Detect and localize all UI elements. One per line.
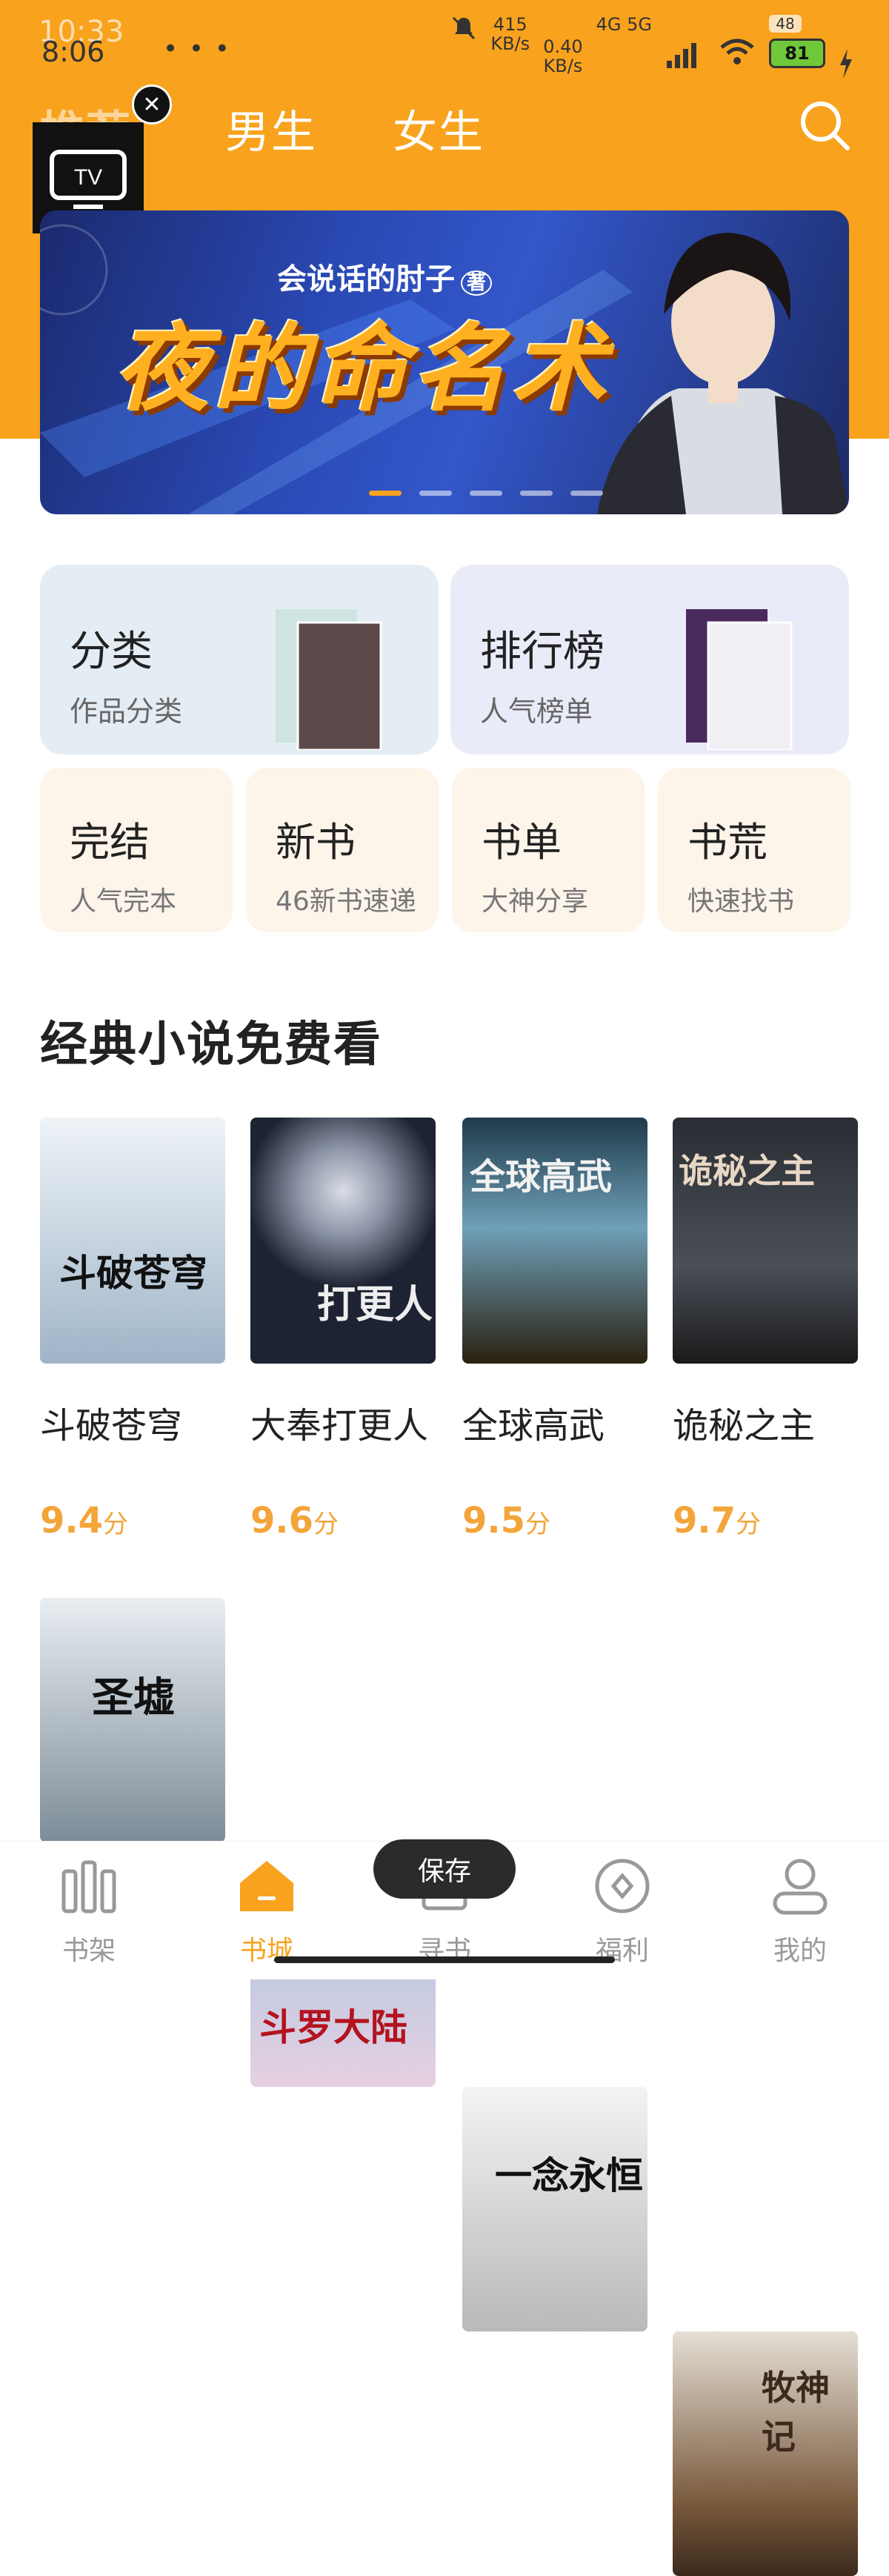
- book-cover[interactable]: 牧神记: [673, 2331, 858, 2576]
- bookshelf-icon: [61, 1860, 116, 1913]
- save-toast-button[interactable]: 保存: [373, 1839, 516, 1899]
- card-subtitle: 作品分类: [70, 695, 183, 728]
- nav-label: 书架: [61, 1936, 116, 1966]
- book-cover[interactable]: 一念永恒: [462, 2087, 647, 2331]
- book-title: 诡秘之主: [673, 1405, 816, 1447]
- book-stack-illustration: [686, 609, 793, 750]
- gesture-home-bar[interactable]: [274, 1956, 615, 1963]
- book-cover: 打更人: [250, 1118, 436, 1364]
- search-icon[interactable]: [799, 99, 850, 151]
- wifi-icon: [720, 39, 754, 64]
- book-title: 大奉打更人: [250, 1405, 429, 1447]
- category-card-finished[interactable]: 完结 人气完本: [40, 768, 233, 932]
- banner-character-illustration: [597, 233, 849, 514]
- book-score: 9.6分: [250, 1500, 339, 1541]
- book-title: 斗破苍穹: [40, 1405, 183, 1447]
- user-icon: [773, 1859, 828, 1915]
- book-item[interactable]: 诡秘之主 诡秘之主 9.7分: [673, 1118, 858, 1541]
- card-subtitle: 人气榜单: [480, 695, 593, 728]
- category-card-booklist[interactable]: 书单 大神分享: [452, 768, 645, 932]
- status-time: 8:06: [41, 36, 105, 68]
- card-title: 新书: [276, 819, 356, 866]
- card-title: 排行榜: [480, 628, 605, 676]
- signal-icon: [667, 43, 696, 68]
- card-title: 完结: [70, 819, 150, 866]
- nav-bookstore[interactable]: 书城: [207, 1856, 326, 1968]
- category-card-ranking[interactable]: 排行榜 人气榜单: [450, 565, 849, 754]
- home-icon: [240, 1861, 293, 1911]
- net-speed-top: 415 KB/s: [490, 14, 530, 54]
- book-item[interactable]: 全球高武 全球高武 9.5分: [462, 1118, 647, 1541]
- net-speed: 0.40 KB/s: [543, 36, 583, 76]
- svg-text:TV: TV: [74, 165, 102, 190]
- book-score: 9.7分: [673, 1500, 762, 1541]
- nav-bookshelf[interactable]: 书架: [30, 1856, 148, 1968]
- banner-dot: [520, 491, 553, 496]
- tv-icon: TV: [50, 150, 127, 209]
- card-title: 分类: [70, 628, 153, 676]
- banner-dot-active: [369, 491, 402, 496]
- section-title: 经典小说免费看: [40, 1018, 382, 1072]
- card-title: 书荒: [687, 819, 768, 866]
- tab-male[interactable]: 男生: [225, 96, 317, 161]
- status-bar-right: 415 KB/s 0.40 KB/s 4G 5G 48 81: [450, 14, 853, 79]
- charging-icon: [840, 49, 852, 79]
- card-subtitle: 快速找书: [687, 886, 795, 917]
- nav-welfare[interactable]: 福利: [563, 1856, 682, 1968]
- banner-dot: [570, 491, 603, 496]
- book-cover: 诡秘之主: [673, 1118, 858, 1364]
- close-icon[interactable]: ✕: [132, 84, 172, 125]
- banner-dot: [419, 491, 452, 496]
- category-card-find-books[interactable]: 书荒 快速找书: [658, 768, 850, 932]
- card-title: 书单: [482, 819, 562, 866]
- banner-carousel[interactable]: 会说话的肘子著 夜的命名术: [40, 210, 849, 514]
- book-stack-illustration: [276, 609, 382, 750]
- nav-label: 我的: [773, 1936, 827, 1966]
- tab-female[interactable]: 女生: [393, 96, 485, 161]
- status-more-icon: • • •: [163, 34, 231, 64]
- book-cover: 斗破苍穹: [40, 1118, 225, 1364]
- book-score: 9.4分: [40, 1500, 129, 1541]
- card-subtitle: 46新书速递: [276, 886, 416, 917]
- book-title: 全球高武: [462, 1405, 605, 1447]
- category-card-new-books[interactable]: 新书 46新书速递: [246, 768, 439, 932]
- book-item[interactable]: 斗破苍穹 斗破苍穹 9.4分: [40, 1118, 225, 1541]
- book-cover[interactable]: 圣墟: [40, 1598, 225, 1842]
- network-type: 4G 5G: [596, 14, 652, 35]
- mute-bell-icon: [453, 16, 476, 40]
- nav-profile[interactable]: 我的: [741, 1856, 859, 1968]
- battery-indicator: 48 81: [769, 15, 825, 68]
- book-score: 9.5分: [462, 1500, 551, 1541]
- coin-icon: [595, 1859, 650, 1913]
- banner-pagination: [369, 491, 603, 496]
- banner-dot: [470, 491, 502, 496]
- category-card-classify[interactable]: 分类 作品分类: [40, 565, 439, 754]
- banner-title: 夜的命名术: [114, 314, 611, 425]
- card-subtitle: 大神分享: [482, 886, 589, 917]
- book-item[interactable]: 打更人 大奉打更人 9.6分: [250, 1118, 436, 1541]
- book-cover: 全球高武: [462, 1118, 647, 1364]
- card-subtitle: 人气完本: [70, 886, 177, 917]
